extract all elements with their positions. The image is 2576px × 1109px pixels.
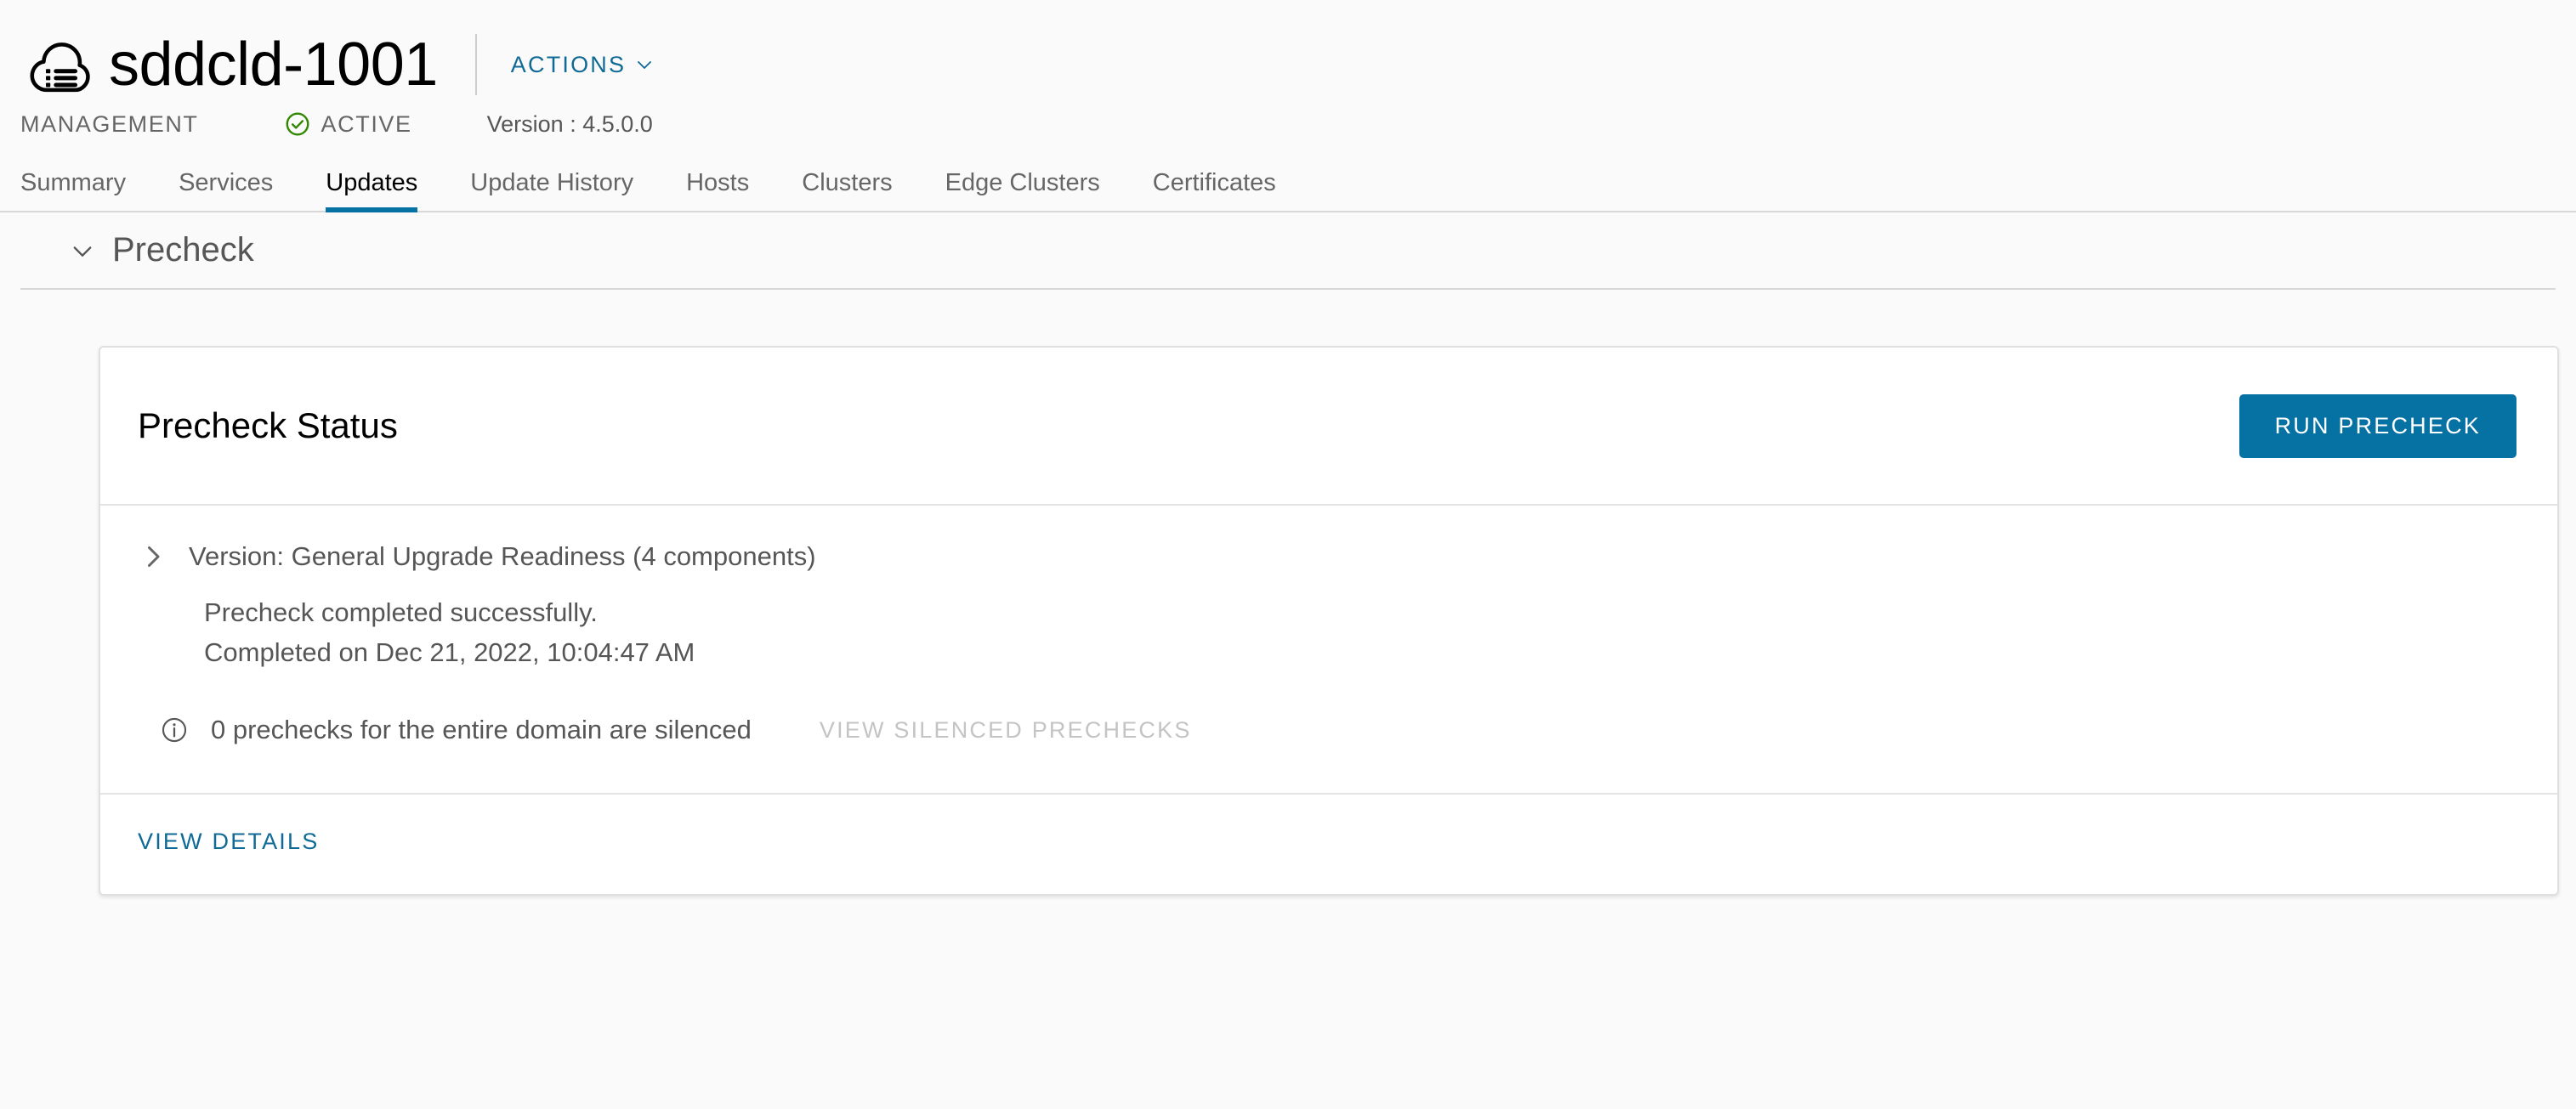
precheck-card-header: Precheck Status RUN PRECHECK [100,348,2557,506]
precheck-result-status: Precheck completed successfully. [204,597,598,627]
tab-edge-clusters[interactable]: Edge Clusters [945,169,1100,211]
precheck-status-card: Precheck Status RUN PRECHECK Version: Ge… [99,346,2559,897]
info-circle-icon [160,716,189,744]
domain-type-label: MANAGEMENT [20,110,199,137]
status-label: ACTIVE [321,110,412,137]
tab-hosts[interactable]: Hosts [686,169,749,211]
tab-certificates[interactable]: Certificates [1153,169,1276,211]
view-silenced-prechecks-link[interactable]: VIEW SILENCED PRECHECKS [820,717,1192,744]
actions-menu-button[interactable]: ACTIONS [511,52,655,78]
silenced-prechecks-row: 0 prechecks for the entire domain are si… [138,715,2516,745]
tab-services[interactable]: Services [179,169,273,211]
page-title: sddcld-1001 [109,31,438,99]
app-header: sddcld-1001 ACTIONS [0,0,2576,100]
header-divider [474,34,477,95]
precheck-card-body: Version: General Upgrade Readiness (4 co… [100,506,2557,795]
success-check-circle-icon [284,110,311,138]
readiness-group-toggle[interactable]: Version: General Upgrade Readiness (4 co… [138,541,2516,572]
precheck-card-wrapper: Precheck Status RUN PRECHECK Version: Ge… [0,290,2576,897]
domain-meta-row: MANAGEMENT ACTIVE Version : 4.5.0.0 [0,100,2576,148]
precheck-card-title: Precheck Status [138,405,398,445]
view-details-link[interactable]: VIEW DETAILS [138,829,319,855]
run-precheck-button[interactable]: RUN PRECHECK [2238,393,2516,458]
precheck-result-lines: Precheck completed successfully. Complet… [204,592,2516,672]
section-title: Precheck [112,231,254,269]
cloud-domain-icon [20,25,99,104]
tab-updates[interactable]: Updates [326,169,418,212]
tab-update-history[interactable]: Update History [470,169,633,211]
readiness-group-label: Version: General Upgrade Readiness (4 co… [189,541,816,571]
version-label: Version : 4.5.0.0 [486,110,653,137]
chevron-right-icon [138,541,168,572]
tab-summary[interactable]: Summary [20,169,126,211]
chevron-down-icon [634,54,655,75]
status-badge: ACTIVE [284,110,412,138]
tab-bar: Summary Services Updates Update History … [0,160,2576,212]
silenced-prechecks-text: 0 prechecks for the entire domain are si… [211,715,752,745]
precheck-section-toggle[interactable]: Precheck [20,212,2556,290]
precheck-completed-timestamp: Completed on Dec 21, 2022, 10:04:47 AM [204,637,695,668]
chevron-down-icon [68,236,97,265]
tab-clusters[interactable]: Clusters [802,169,892,211]
precheck-card-footer: VIEW DETAILS [100,795,2557,894]
actions-menu-label: ACTIONS [510,51,627,77]
